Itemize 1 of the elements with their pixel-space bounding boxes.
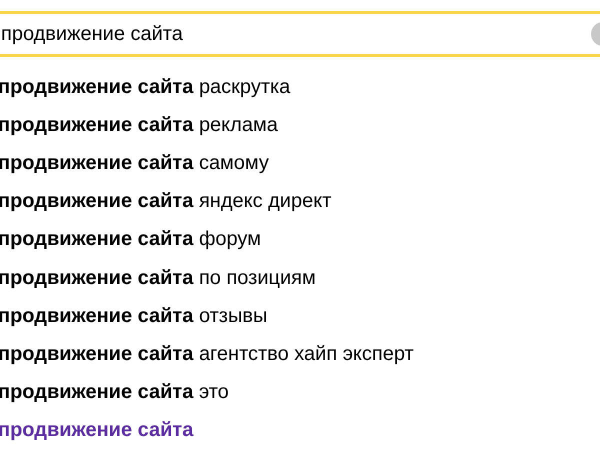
search-field[interactable]: продвижение сайта <box>0 11 600 57</box>
